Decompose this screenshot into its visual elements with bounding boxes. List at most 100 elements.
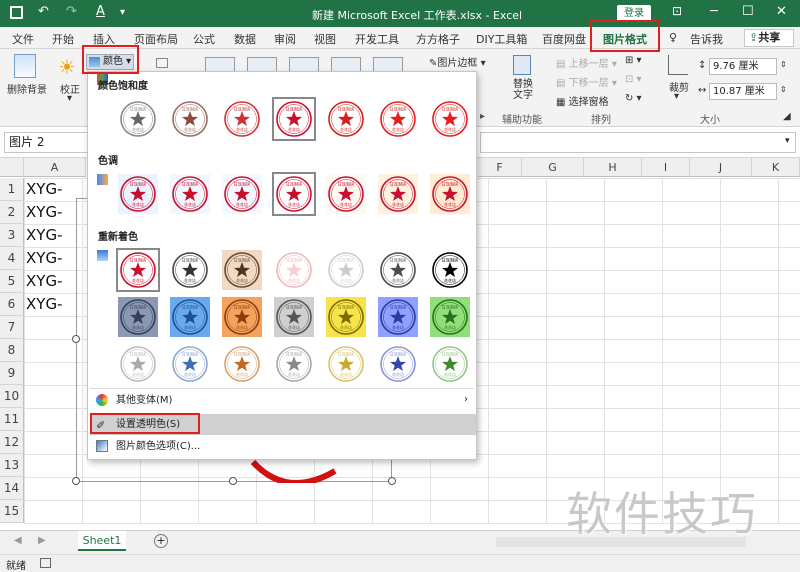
tab-fangfang[interactable]: 方方格子 xyxy=(416,31,460,47)
color-variant-thumb[interactable]: 甘连制房 花花店 xyxy=(272,97,316,141)
resize-handle[interactable] xyxy=(388,477,396,485)
color-variant-thumb[interactable]: 甘连制房 花花店 xyxy=(272,172,316,216)
undo-icon[interactable]: ↶ xyxy=(38,4,49,19)
cell-a3[interactable]: XYG- xyxy=(26,226,62,244)
color-variant-thumb[interactable]: 甘连制房 花花店 xyxy=(116,97,160,141)
color-variant-thumb[interactable]: 甘连制房 花花店 xyxy=(168,248,212,292)
tell-me-search[interactable]: 告诉我 xyxy=(690,31,723,47)
color-variant-thumb[interactable]: 甘连制房 花花店 xyxy=(324,172,368,216)
sheet-tab-sheet1[interactable]: Sheet1 xyxy=(78,531,126,551)
row-header[interactable]: 4 xyxy=(0,247,24,270)
color-variant-thumb[interactable]: 甘连制房 花花店 xyxy=(272,295,316,339)
size-launcher-icon[interactable]: ◢ xyxy=(783,111,791,122)
crop-icon[interactable] xyxy=(668,55,688,75)
redo-icon[interactable]: ↷ xyxy=(66,4,77,19)
row-header[interactable]: 13 xyxy=(0,454,24,477)
corrections-icon[interactable]: ☀ xyxy=(58,55,76,79)
picture-color-options-item[interactable]: 图片颜色选项(C)... xyxy=(90,436,476,457)
select-all-corner[interactable] xyxy=(0,158,24,177)
align-icon[interactable]: ⊞ ▾ xyxy=(625,55,642,66)
color-variant-thumb[interactable]: 甘连制房 花花店 xyxy=(324,295,368,339)
tab-formulas[interactable]: 公式 xyxy=(193,31,215,47)
cell-a6[interactable]: XYG- xyxy=(26,295,62,313)
add-sheet-icon[interactable]: + xyxy=(154,534,168,548)
color-variant-thumb[interactable]: 甘连制房 花花店 xyxy=(428,342,472,386)
resize-handle[interactable] xyxy=(229,477,237,485)
column-header[interactable]: F xyxy=(478,158,522,177)
height-spinner[interactable]: ⇕ xyxy=(780,60,787,69)
ribbon-display-icon[interactable]: ⊡ xyxy=(672,4,682,18)
tab-home[interactable]: 开始 xyxy=(52,31,74,47)
row-header[interactable]: 3 xyxy=(0,224,24,247)
replace-text-label[interactable]: 替换 文字 xyxy=(513,79,533,101)
tab-diy-toolbox[interactable]: DIY工具箱 xyxy=(476,31,527,47)
minimize-icon[interactable]: ─ xyxy=(710,4,718,19)
color-variant-thumb[interactable]: 甘连制房 花花店 xyxy=(428,172,472,216)
row-header[interactable]: 8 xyxy=(0,339,24,362)
width-spinner[interactable]: ⇕ xyxy=(780,85,787,94)
group-icon[interactable]: ⊡ ▾ xyxy=(625,74,642,85)
cell-a1[interactable]: XYG- xyxy=(26,180,62,198)
color-variant-thumb[interactable]: 甘连制房 花花店 xyxy=(428,295,472,339)
color-variant-thumb[interactable]: 甘连制房 花花店 xyxy=(116,342,160,386)
color-variant-thumb[interactable]: 甘连制房 花花店 xyxy=(376,295,420,339)
row-header[interactable]: 12 xyxy=(0,431,24,454)
color-variant-thumb[interactable]: 甘连制房 花花店 xyxy=(168,342,212,386)
picture-border-button[interactable]: ✎图片边框 ▾ xyxy=(429,54,486,69)
color-variant-thumb[interactable]: 甘连制房 花花店 xyxy=(376,342,420,386)
column-header[interactable]: H xyxy=(584,158,642,177)
row-header[interactable]: 10 xyxy=(0,385,24,408)
color-variant-thumb[interactable]: 甘连制房 花花店 xyxy=(376,172,420,216)
save-icon[interactable] xyxy=(10,6,23,19)
name-box[interactable]: 图片 2 xyxy=(4,132,94,153)
color-variant-thumb[interactable]: 甘连制房 花花店 xyxy=(272,248,316,292)
column-header[interactable]: I xyxy=(642,158,690,177)
color-variant-thumb[interactable]: 甘连制房 花花店 xyxy=(428,97,472,141)
remove-background-icon[interactable] xyxy=(14,54,36,78)
row-header[interactable]: 9 xyxy=(0,362,24,385)
row-header[interactable]: 15 xyxy=(0,500,24,523)
tab-view[interactable]: 视图 xyxy=(314,31,336,47)
font-color-icon[interactable]: A xyxy=(96,4,105,19)
row-header[interactable]: 6 xyxy=(0,293,24,316)
more-variants-item[interactable]: 其他变体(M) xyxy=(90,390,476,411)
color-variant-thumb[interactable]: 甘连制房 花花店 xyxy=(376,248,420,292)
tab-baidu-netdisk[interactable]: 百度网盘 xyxy=(542,31,586,47)
height-input[interactable]: 9.76 厘米 xyxy=(709,58,777,75)
color-variant-thumb[interactable]: 甘连制房 花花店 xyxy=(428,248,472,292)
color-variant-thumb[interactable]: 甘连制房 花花店 xyxy=(168,172,212,216)
rotate-icon[interactable]: ↻ ▾ xyxy=(625,93,642,104)
row-header[interactable]: 7 xyxy=(0,316,24,339)
cell-a4[interactable]: XYG- xyxy=(26,249,62,267)
color-variant-thumb[interactable]: 甘连制房 花花店 xyxy=(324,248,368,292)
selection-pane-button[interactable]: ▦ 选择窗格 xyxy=(556,93,609,108)
row-header[interactable]: 1 xyxy=(0,178,24,201)
color-variant-thumb[interactable]: 甘连制房 花花店 xyxy=(324,342,368,386)
share-button[interactable]: ⇪共享 xyxy=(744,29,794,47)
row-header[interactable]: 11 xyxy=(0,408,24,431)
color-variant-thumb[interactable]: 甘连制房 花花店 xyxy=(220,97,264,141)
customize-qat-icon[interactable]: ▾ xyxy=(120,7,125,18)
remove-background-label[interactable]: 删除背景 xyxy=(7,81,47,96)
color-variant-thumb[interactable]: 甘连制房 花花店 xyxy=(116,248,160,292)
row-header[interactable]: 14 xyxy=(0,477,24,500)
cell-a5[interactable]: XYG- xyxy=(26,272,62,290)
macro-record-icon[interactable] xyxy=(40,558,51,568)
color-variant-thumb[interactable]: 甘连制房 花花店 xyxy=(220,172,264,216)
corrections-dropdown-icon[interactable]: ▾ xyxy=(67,93,72,104)
resize-handle[interactable] xyxy=(72,477,80,485)
row-header[interactable]: 2 xyxy=(0,201,24,224)
sheet-next-icon[interactable]: ▶ xyxy=(38,535,46,546)
cell-a2[interactable]: XYG- xyxy=(26,203,62,221)
row-header[interactable]: 5 xyxy=(0,270,24,293)
color-variant-thumb[interactable]: 甘连制房 花花店 xyxy=(220,248,264,292)
color-variant-thumb[interactable]: 甘连制房 花花店 xyxy=(168,295,212,339)
column-header[interactable]: A xyxy=(24,158,86,177)
tab-file[interactable]: 文件 xyxy=(12,31,34,47)
close-icon[interactable]: ✕ xyxy=(776,4,787,19)
compress-icon[interactable] xyxy=(156,58,168,68)
column-header[interactable]: J xyxy=(690,158,752,177)
tab-review[interactable]: 审阅 xyxy=(274,31,296,47)
color-variant-thumb[interactable]: 甘连制房 花花店 xyxy=(376,97,420,141)
replace-text-icon[interactable] xyxy=(513,55,531,75)
